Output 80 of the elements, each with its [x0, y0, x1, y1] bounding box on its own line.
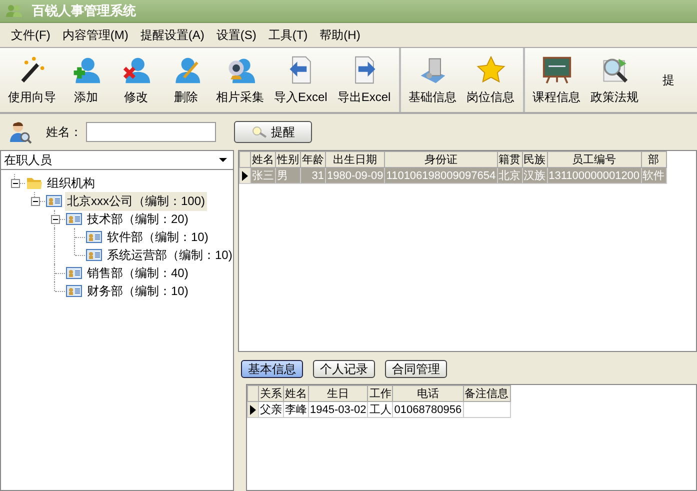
contact-card-icon [66, 266, 82, 280]
menu-item[interactable]: 工具(T) [263, 24, 313, 46]
toolbar-button[interactable]: 课程信息 [528, 48, 586, 112]
table-cell: 1980-09-09 [326, 168, 385, 184]
toolbar-button[interactable]: 政策法规 [586, 48, 644, 112]
toolbar-button[interactable]: 导入Excel [269, 48, 332, 112]
table-cell: 张三 [250, 168, 276, 184]
caret-icon [219, 158, 227, 162]
column-header[interactable]: 工作 [368, 386, 393, 402]
table-cell: 31 [300, 168, 326, 184]
column-header[interactable]: 员工编号 [547, 152, 642, 168]
tab[interactable]: 合同管理 [385, 360, 447, 378]
user-search-icon [8, 120, 32, 144]
tree-item[interactable]: 软件部（编制：10) [105, 228, 210, 246]
column-header[interactable]: 籍贯 [497, 152, 522, 168]
row-pointer-icon [242, 170, 248, 180]
toolbar-button[interactable]: 导出Excel [332, 48, 396, 112]
tree-item[interactable]: 财务部（编制：10) [85, 282, 190, 300]
status-dropdown[interactable]: 在职人员 [0, 150, 234, 170]
contact-card-icon [86, 248, 102, 262]
table-cell: 软件 [641, 168, 666, 184]
column-header[interactable]: 电话 [392, 386, 464, 402]
collapse-icon[interactable] [50, 214, 60, 224]
menu-item[interactable]: 内容管理(M) [57, 24, 134, 46]
column-header[interactable]: 备注信息 [463, 386, 510, 402]
name-label: 姓名： [46, 124, 82, 140]
table-cell [463, 402, 510, 418]
tree-item[interactable]: 技术部（编制：20) [85, 210, 190, 228]
folder-icon [26, 176, 42, 190]
column-header[interactable]: 性别 [276, 152, 300, 168]
table-cell: 131100000001200 [547, 168, 642, 184]
menu-item[interactable]: 提醒设置(A) [135, 24, 210, 46]
column-header[interactable]: 年龄 [300, 152, 326, 168]
contact-card-icon [46, 194, 62, 208]
tab[interactable]: 个人记录 [313, 360, 375, 378]
column-header[interactable]: 姓名 [250, 152, 276, 168]
contact-card-icon [86, 230, 102, 244]
people-icon [6, 4, 22, 18]
toolbar-button[interactable]: 删除 [161, 48, 211, 112]
contact-card-icon [66, 284, 82, 298]
toolbar-button[interactable]: 使用向导 [3, 48, 61, 112]
table-cell: 1945-03-02 [308, 402, 368, 418]
column-header[interactable]: 出生日期 [326, 152, 385, 168]
collapse-icon[interactable] [30, 196, 40, 206]
remind-button[interactable]: 提醒 [234, 121, 312, 143]
table-cell: 01068780956 [392, 402, 464, 418]
table-cell: 男 [276, 168, 300, 184]
toolbar-button[interactable]: 相片采集 [211, 48, 269, 112]
star-icon [476, 54, 506, 84]
table-cell: 北京 [497, 168, 522, 184]
toolbar-button[interactable]: 提 [644, 48, 694, 112]
column-header[interactable]: 部 [641, 152, 666, 168]
chalkboard-icon [542, 54, 572, 84]
table-cell: 工人 [368, 402, 393, 418]
tree-item[interactable]: 组织机构 [45, 174, 97, 192]
table-cell: 父亲 [258, 402, 284, 418]
tree-item[interactable]: 系统运营部（编制：10) [105, 246, 234, 264]
column-header[interactable]: 生日 [308, 386, 368, 402]
tree-item[interactable]: 北京xxx公司（编制：100) [65, 192, 208, 210]
menu-item[interactable]: 帮助(H) [314, 24, 366, 46]
column-header[interactable]: 姓名 [284, 386, 308, 402]
menu-item[interactable]: 文件(F) [6, 24, 56, 46]
toolbar-button[interactable]: 添加 [61, 48, 111, 112]
tree-item[interactable]: 销售部（编制：40) [85, 264, 190, 282]
toolbar-button[interactable]: 基础信息 [404, 48, 462, 112]
toolbar-button[interactable]: 修改 [111, 48, 161, 112]
table-cell: 汉族 [522, 168, 548, 184]
menu-item[interactable]: 设置(S) [211, 24, 262, 46]
column-header[interactable]: 民族 [522, 152, 548, 168]
collapse-icon[interactable] [10, 178, 20, 188]
name-input[interactable] [86, 122, 216, 142]
column-header[interactable]: 关系 [258, 386, 284, 402]
window-title: 百锐人事管理系统 [32, 2, 136, 20]
contact-card-icon [66, 212, 82, 226]
column-header[interactable]: 身份证 [384, 152, 498, 168]
table-cell: 李峰 [284, 402, 308, 418]
toolbar-button[interactable]: 岗位信息 [462, 48, 520, 112]
row-pointer-icon [250, 404, 256, 414]
tab[interactable]: 基本信息 [241, 360, 303, 378]
table-cell: 110106198009097654 [384, 168, 498, 184]
